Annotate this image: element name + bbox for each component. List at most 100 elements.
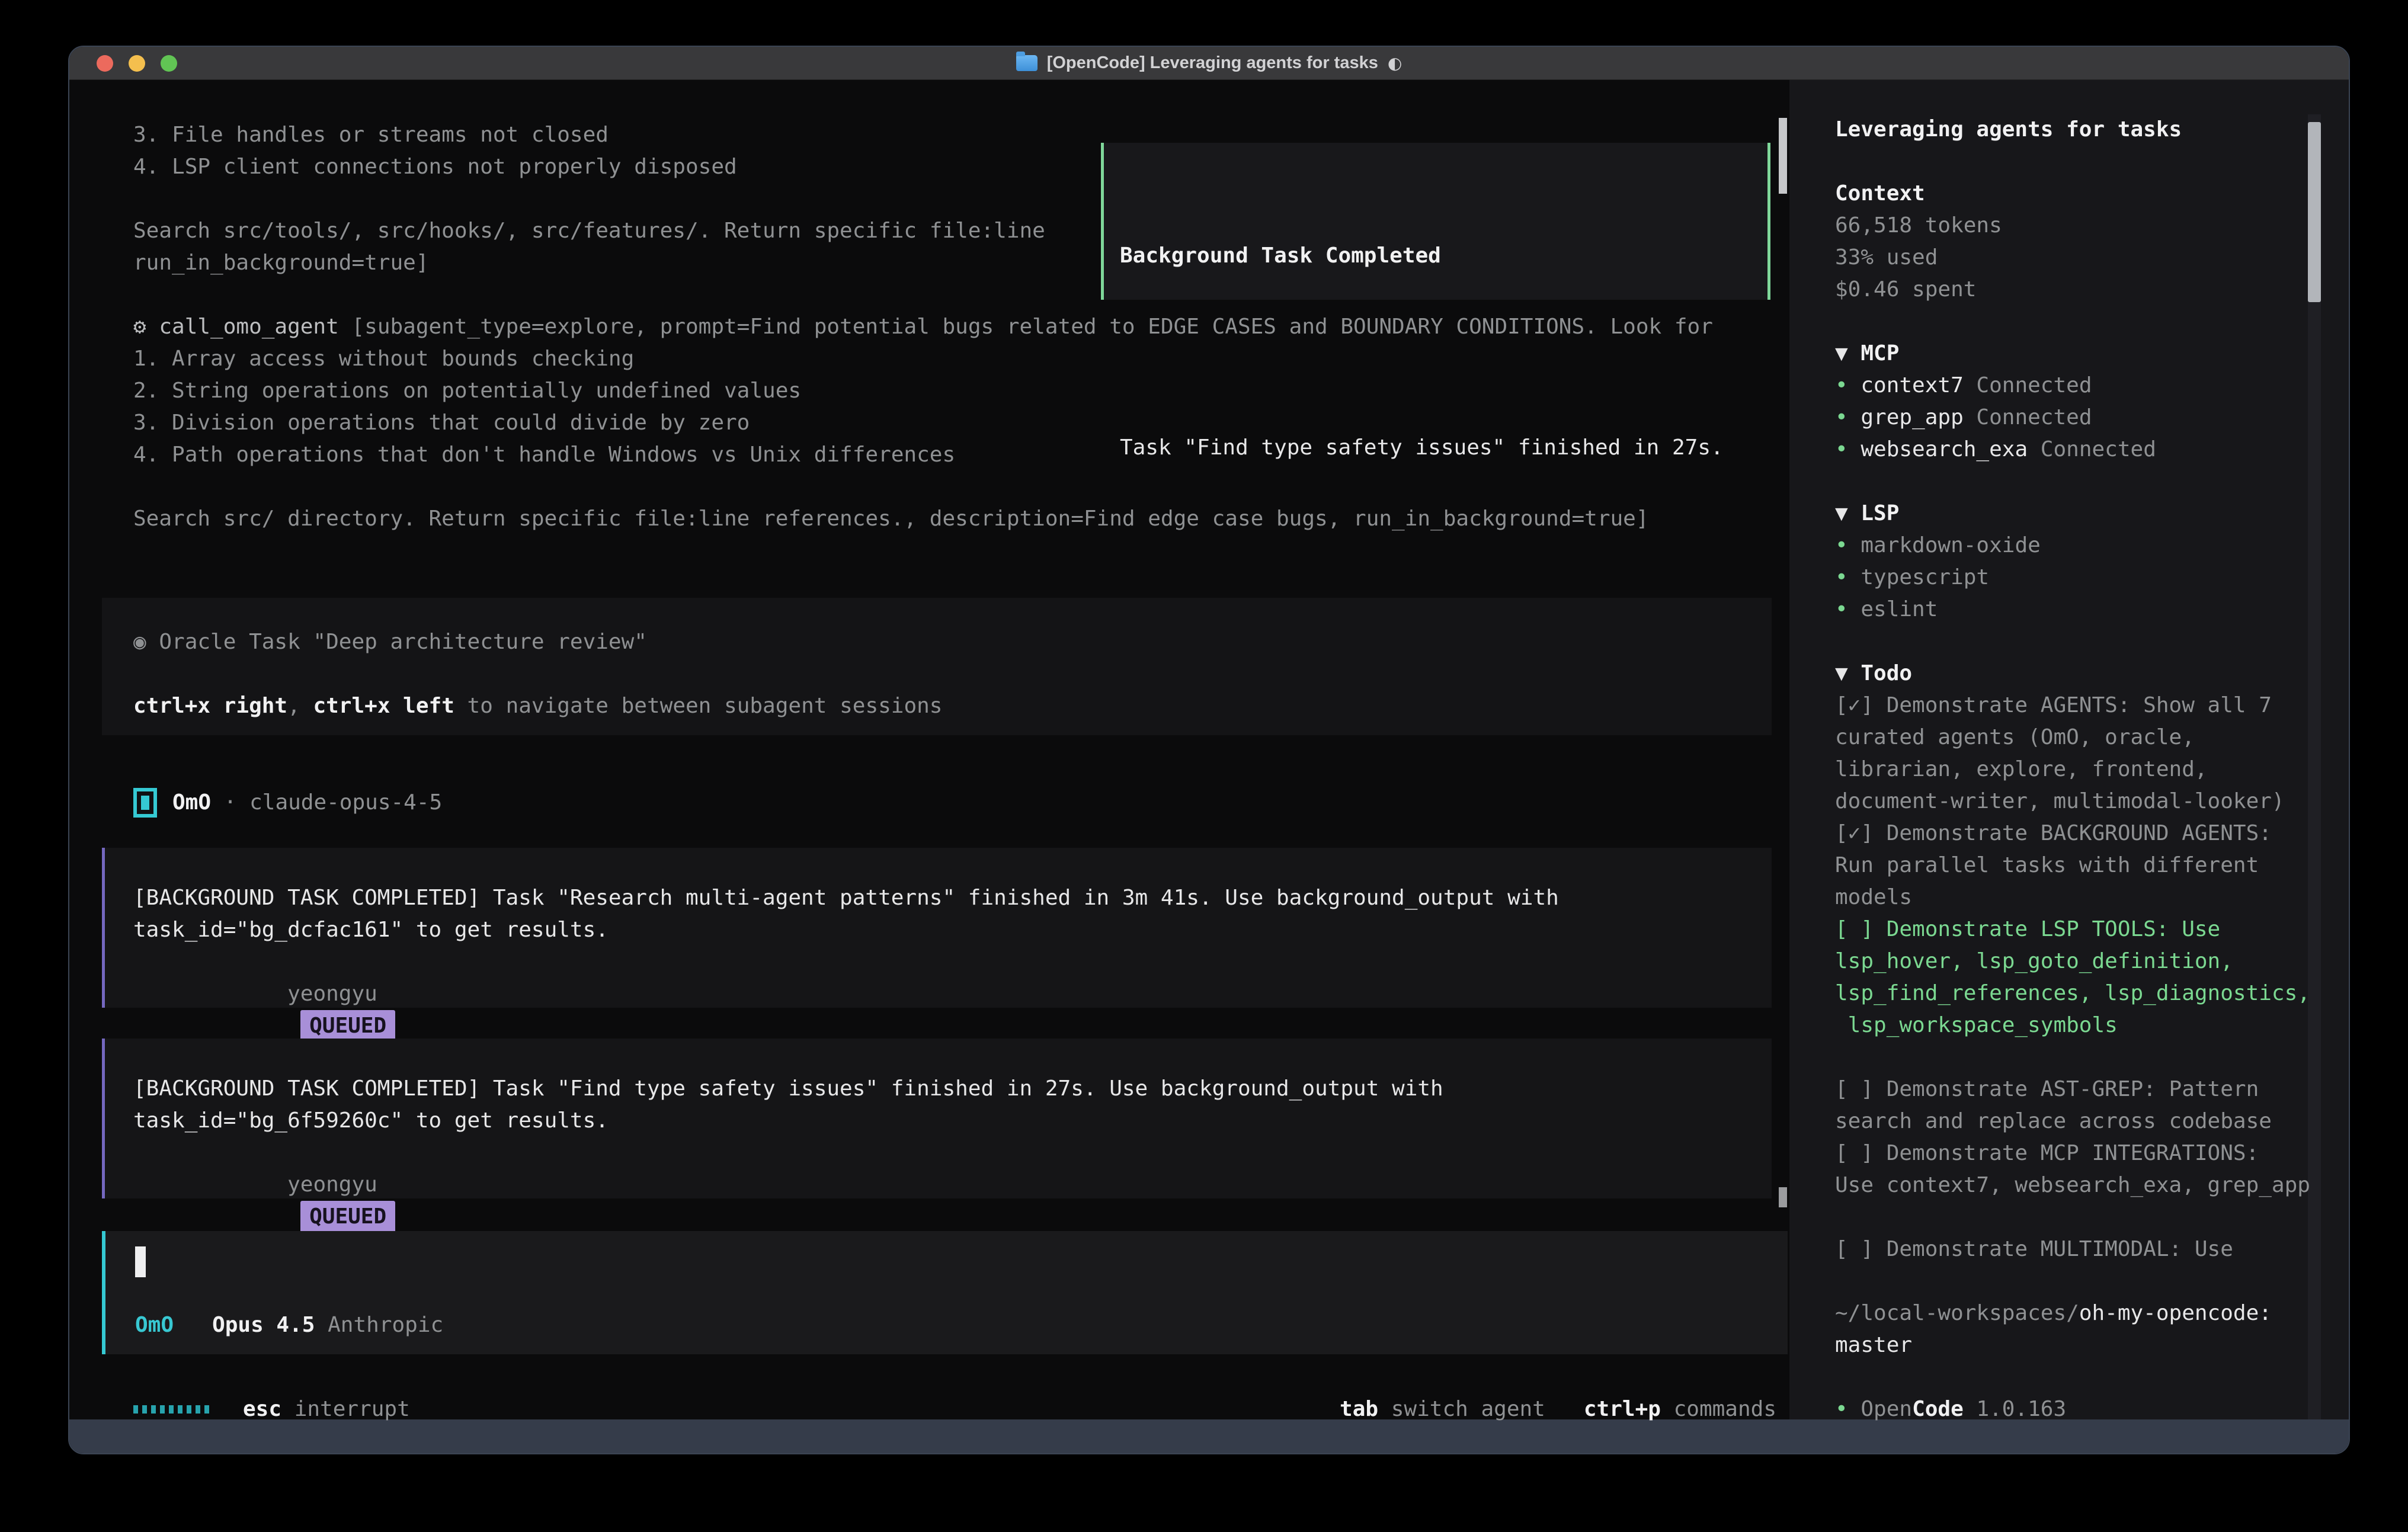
text-segment: • xyxy=(1835,533,1861,557)
status-badge: QUEUED xyxy=(300,1201,395,1233)
screen: [OpenCode] Leveraging agents for tasks ◐… xyxy=(0,0,2408,1532)
text-segment: • xyxy=(1835,597,1861,621)
text-line xyxy=(1835,1265,2310,1297)
text-segment: Code xyxy=(1912,1397,1964,1421)
background-task-message: [BACKGROUND TASK COMPLETED] Task "Find t… xyxy=(102,1039,1772,1198)
text-segment xyxy=(174,1313,212,1337)
text-line: Context xyxy=(1835,178,2310,210)
text-segment: 2. String operations on potentially unde… xyxy=(133,379,801,403)
text-segment: librarian, explore, frontend, xyxy=(1835,757,2208,781)
window-title-text: [OpenCode] Leveraging agents for tasks xyxy=(1047,53,1378,73)
text-segment: Connected xyxy=(1964,405,2092,430)
text-segment: oh-my-opencode: xyxy=(2079,1301,2272,1325)
text-line: [ ] Demonstrate AST-GREP: Pattern xyxy=(1835,1073,2310,1105)
toast-body: Task "Find type safety issues" finished … xyxy=(1120,432,1767,464)
text-segment: master xyxy=(1835,1333,1912,1357)
text-segment: 33% used xyxy=(1835,245,1938,270)
text-segment xyxy=(1545,1397,1584,1421)
model-indicator: OmO Opus 4.5 Anthropic xyxy=(135,1309,443,1341)
status-bar: esc interrupt tab switch agent ctrl+p co… xyxy=(133,1393,1776,1425)
toast-title: Background Task Completed xyxy=(1120,240,1767,272)
text-segment: run_in_background=true] xyxy=(133,251,429,275)
text-line: • typescript xyxy=(1835,562,2310,594)
text-segment: Use context7, websearch_exa, grep_app xyxy=(1835,1173,2310,1197)
text-line: $0.46 spent xyxy=(1835,274,2310,306)
text-cursor xyxy=(135,1246,146,1277)
text-line: models xyxy=(1835,882,2310,914)
text-line: [✓] Demonstrate AGENTS: Show all 7 xyxy=(1835,690,2310,722)
text-segment: 4. Path operations that don't handle Win… xyxy=(133,443,955,467)
traffic-lights xyxy=(97,55,177,72)
omo-agent-icon xyxy=(133,788,157,818)
text-line: ~/local-workspaces/oh-my-opencode: xyxy=(1835,1297,2310,1329)
window-titlebar[interactable]: [OpenCode] Leveraging agents for tasks ◐ xyxy=(69,47,2349,80)
chat-scrollbar-thumb[interactable] xyxy=(1779,118,1787,194)
text-line: 66,518 tokens xyxy=(1835,210,2310,242)
session-progress-icon: ◐ xyxy=(1388,53,1402,73)
text-segment: • xyxy=(1835,405,1861,430)
message-line: task_id="bg_dcfac161" to get results. xyxy=(133,914,1772,946)
agent-session-header: OmO · claude-opus-4-5 xyxy=(133,787,442,819)
text-segment: ▼ xyxy=(1835,341,1861,366)
message-author: yeongyu xyxy=(287,982,377,1006)
text-segment: , xyxy=(287,694,313,718)
text-segment: [ ] Demonstrate MULTIMODAL: Use xyxy=(1835,1237,2233,1261)
text-line: master xyxy=(1835,1329,2310,1361)
text-segment: interrupt xyxy=(281,1397,410,1421)
text-line: • context7 Connected xyxy=(1835,370,2310,402)
zoom-button[interactable] xyxy=(161,55,177,72)
text-segment: • xyxy=(1835,437,1861,461)
text-line: tab switch agent ctrl+p commands xyxy=(1340,1393,1776,1425)
text-line: ▼ LSP xyxy=(1835,498,2310,530)
window-title: [OpenCode] Leveraging agents for tasks ◐ xyxy=(1016,53,1402,73)
message-meta: yeongyu QUEUED xyxy=(133,1137,1772,1169)
text-segment: document-writer, multimodal-looker) xyxy=(1835,789,2285,813)
text-line: 33% used xyxy=(1835,242,2310,274)
text-segment: ctrl+x left xyxy=(313,694,454,718)
session-sidebar: Leveraging agents for tasks Context66,51… xyxy=(1789,80,2349,1419)
text-line: ▼ Todo xyxy=(1835,658,2310,690)
agent-separator: · xyxy=(224,787,237,819)
background-task-toast: Background Task Completed Task "Find typ… xyxy=(1101,143,1770,300)
close-button[interactable] xyxy=(97,55,113,72)
text-line: lsp_hover, lsp_goto_definition, xyxy=(1835,946,2310,977)
text-segment: Anthropic xyxy=(315,1313,443,1337)
text-segment: typescript xyxy=(1861,565,1989,589)
text-line: esc interrupt xyxy=(243,1393,410,1425)
text-segment: eslint xyxy=(1861,597,1938,621)
text-segment: $0.46 spent xyxy=(1835,277,1976,302)
prompt-input[interactable]: OmO Opus 4.5 Anthropic xyxy=(102,1231,1788,1354)
text-segment: commands xyxy=(1661,1397,1776,1421)
text-segment: [ ] Demonstrate AST-GREP: Pattern xyxy=(1835,1077,2259,1101)
text-line: lsp_find_references, lsp_diagnostics, xyxy=(1835,977,2310,1009)
text-segment: to navigate between subagent sessions xyxy=(454,694,943,718)
text-segment: ▼ xyxy=(1835,501,1861,525)
text-line xyxy=(1835,306,2310,338)
text-segment: • xyxy=(1835,565,1861,589)
text-segment: tab xyxy=(1340,1397,1378,1421)
text-line xyxy=(1835,466,2310,498)
text-line: document-writer, multimodal-looker) xyxy=(1835,786,2310,818)
chat-scrollbar-thumb-secondary[interactable] xyxy=(1779,1187,1787,1207)
text-segment: 3. Division operations that could divide… xyxy=(133,411,750,435)
text-segment: Todo xyxy=(1861,661,1912,685)
text-segment: OmO xyxy=(135,1313,174,1337)
text-line xyxy=(1835,1361,2310,1393)
text-segment: ~/local-workspaces/ xyxy=(1835,1301,2079,1325)
text-segment: Context xyxy=(1835,181,1925,206)
text-line: • eslint xyxy=(1835,594,2310,626)
text-line: lsp_workspace_symbols xyxy=(1835,1009,2310,1041)
text-segment: Opus 4.5 xyxy=(212,1313,315,1337)
text-segment: markdown-oxide xyxy=(1861,533,2040,557)
background-task-message: [BACKGROUND TASK COMPLETED] Task "Resear… xyxy=(102,848,1772,1008)
minimize-button[interactable] xyxy=(129,55,145,72)
text-segment: • xyxy=(1835,373,1861,398)
text-segment: ⚙ call_omo_agent xyxy=(133,315,351,339)
text-line: [ ] Demonstrate MCP INTEGRATIONS: xyxy=(1835,1137,2310,1169)
folder-icon xyxy=(1016,55,1038,71)
text-line: • OpenCode 1.0.163 xyxy=(1835,1393,2310,1425)
text-line xyxy=(1835,1041,2310,1073)
text-segment: lsp_find_references, lsp_diagnostics, xyxy=(1835,981,2310,1005)
text-segment: Connected xyxy=(2028,437,2156,461)
text-segment: [✓] Demonstrate BACKGROUND AGENTS: xyxy=(1835,821,2272,845)
